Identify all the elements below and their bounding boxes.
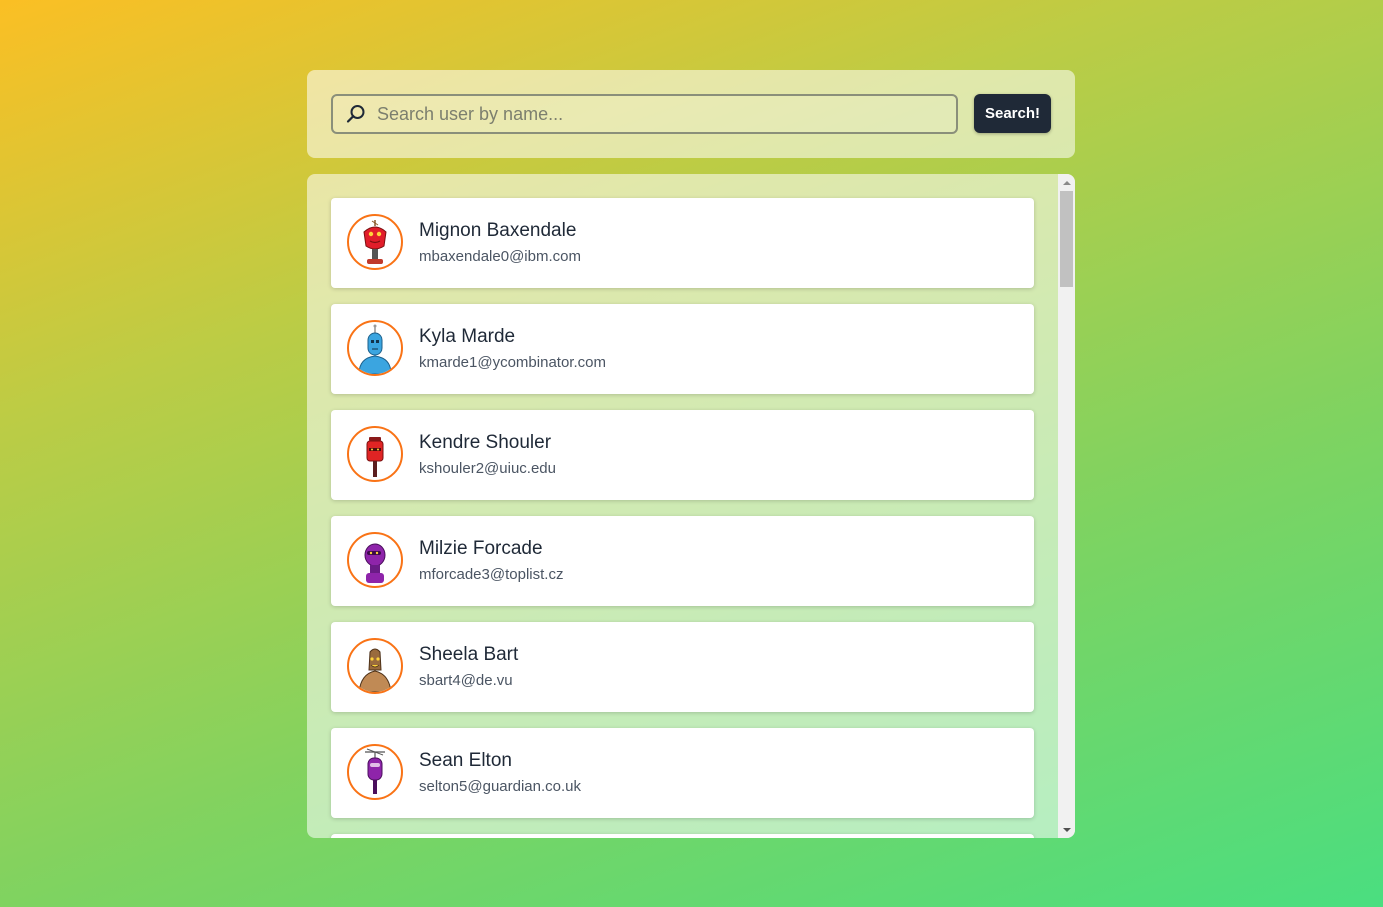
user-name: Mignon Baxendale xyxy=(419,220,577,241)
user-list: Mignon Baxendale mbaxendale0@ibm.com Kyl… xyxy=(331,198,1034,838)
user-name: Sheela Bart xyxy=(419,644,519,665)
robot-blue-icon xyxy=(358,324,392,374)
search-button[interactable]: Search! xyxy=(974,94,1051,133)
search-box[interactable] xyxy=(331,94,958,134)
robot-red-canister-icon xyxy=(366,437,384,477)
user-card[interactable]: Kendre Shouler kshouler2@uiuc.edu xyxy=(331,410,1034,500)
user-card-partial[interactable] xyxy=(331,834,1034,838)
user-email: selton5@guardian.co.uk xyxy=(419,778,581,795)
avatar xyxy=(347,320,403,376)
user-card[interactable]: Mignon Baxendale mbaxendale0@ibm.com xyxy=(331,198,1034,288)
robot-brown-icon xyxy=(358,648,392,692)
robot-purple-icon xyxy=(364,543,386,583)
user-name: Milzie Forcade xyxy=(419,538,543,559)
scrollbar-thumb[interactable] xyxy=(1060,191,1073,287)
user-name: Kyla Marde xyxy=(419,326,516,347)
user-name: Sean Elton xyxy=(419,750,512,771)
user-list-scroll-area[interactable]: Mignon Baxendale mbaxendale0@ibm.com Kyl… xyxy=(307,174,1058,838)
scroll-up-arrow-icon[interactable] xyxy=(1058,174,1075,191)
scroll-down-arrow-icon[interactable] xyxy=(1058,821,1075,838)
user-email: sbart4@de.vu xyxy=(419,672,513,689)
user-card[interactable]: Sean Elton selton5@guardian.co.uk xyxy=(331,728,1034,818)
search-icon xyxy=(345,103,367,125)
robot-red-icon xyxy=(363,220,387,264)
avatar xyxy=(347,638,403,694)
user-email: mforcade3@toplist.cz xyxy=(419,566,564,583)
avatar xyxy=(347,214,403,270)
avatar xyxy=(347,744,403,800)
list-scrollbar[interactable] xyxy=(1058,174,1075,838)
user-name: Kendre Shouler xyxy=(419,432,552,453)
user-email: kmarde1@ycombinator.com xyxy=(419,354,606,371)
search-panel: Search! xyxy=(307,70,1075,158)
avatar xyxy=(347,426,403,482)
user-card[interactable]: Kyla Marde kmarde1@ycombinator.com xyxy=(331,304,1034,394)
user-email: kshouler2@uiuc.edu xyxy=(419,460,556,477)
robot-purple-antenna-icon xyxy=(365,748,385,794)
user-card[interactable]: Milzie Forcade mforcade3@toplist.cz xyxy=(331,516,1034,606)
user-card[interactable]: Sheela Bart sbart4@de.vu xyxy=(331,622,1034,712)
avatar xyxy=(347,532,403,588)
search-input[interactable] xyxy=(377,96,956,132)
user-email: mbaxendale0@ibm.com xyxy=(419,248,581,265)
user-list-panel: Mignon Baxendale mbaxendale0@ibm.com Kyl… xyxy=(307,174,1075,838)
